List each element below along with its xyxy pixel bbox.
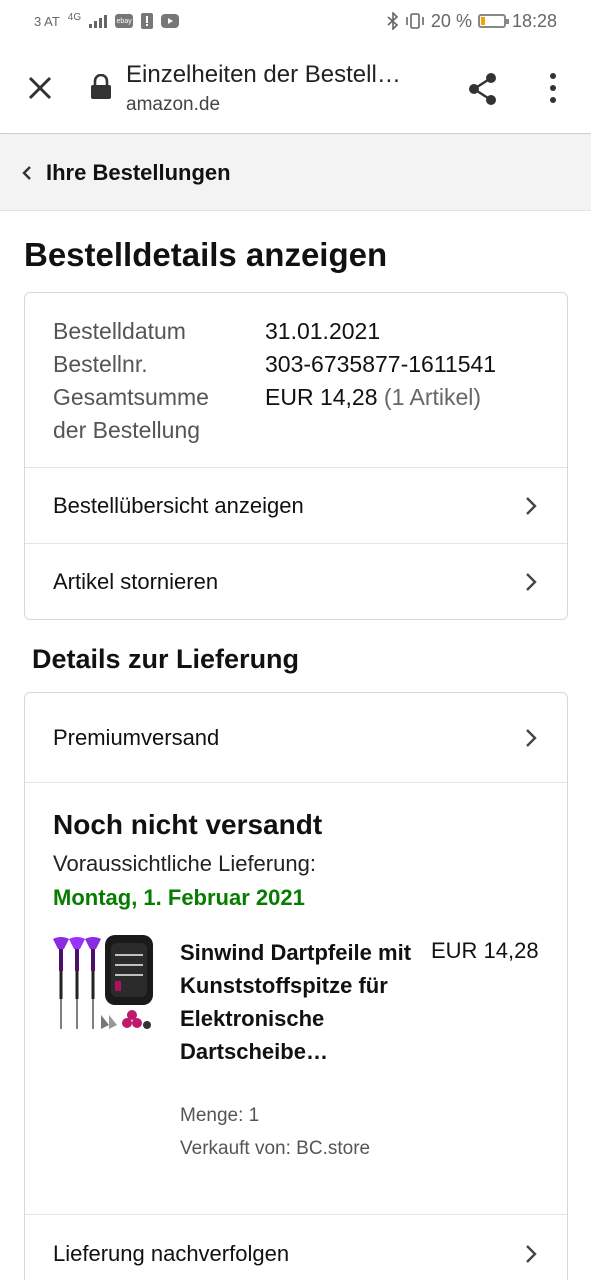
battery-percent: 20 % (430, 10, 472, 31)
shipping-method-link[interactable]: Premiumversand (25, 693, 567, 783)
vibrate-icon (406, 13, 424, 29)
more-dot-icon (550, 73, 556, 79)
eta-date: Montag, 1. Februar 2021 (53, 885, 305, 910)
clock: 18:28 (511, 10, 557, 31)
chevron-right-icon (526, 728, 537, 747)
product-quantity: Menge: 1 (180, 1105, 260, 1126)
browser-toolbar: Einzelheiten der Bestell… amazon.de (0, 42, 591, 134)
alert-notification-icon (141, 13, 154, 29)
more-dot-icon (550, 97, 556, 103)
delivery-card: Premiumversand Noch nicht versandt Vorau… (24, 692, 568, 1280)
order-total-label-cont: der Bestellung (53, 417, 201, 443)
breadcrumb-label: Ihre Bestellungen (46, 159, 231, 185)
cancel-items-link[interactable]: Artikel stornieren (25, 543, 567, 619)
order-number-value: 303-6735877-1611541 (265, 351, 497, 377)
network-type: 4G (67, 12, 82, 23)
order-item-count: (1 Artikel) (383, 384, 482, 410)
breadcrumb[interactable]: Ihre Bestellungen (0, 135, 591, 211)
shipment-status: Noch nicht versandt (53, 809, 323, 840)
signal-icon (89, 14, 108, 28)
browser-domain: amazon.de (126, 94, 221, 115)
browser-page-title: Einzelheiten der Bestell… (126, 61, 401, 88)
chevron-left-icon (22, 165, 31, 180)
track-delivery-label: Lieferung nachverfolgen (53, 1240, 290, 1266)
status-bar-right: 20 % 18:28 (387, 11, 557, 32)
product-image[interactable] (51, 933, 157, 1037)
order-total-label: Gesamtsumme (53, 384, 209, 410)
track-delivery-link[interactable]: Lieferung nachverfolgen (25, 1214, 567, 1280)
order-summary-link[interactable]: Bestellübersicht anzeigen (25, 467, 567, 543)
lock-icon (91, 74, 111, 99)
page-title: Bestelldetails anzeigen (24, 236, 388, 273)
more-dot-icon (550, 85, 556, 91)
bluetooth-icon (387, 12, 399, 30)
share-button[interactable] (462, 68, 504, 110)
order-summary-card: Bestelldatum 31.01.2021 Bestellnr. 303-6… (24, 292, 568, 620)
shipping-method-label: Premiumversand (53, 724, 220, 750)
order-info: Bestelldatum 31.01.2021 Bestellnr. 303-6… (53, 315, 543, 447)
eta-label: Voraussichtliche Lieferung: (53, 851, 316, 876)
status-bar: 3 AT 4G ebay 20 % 18:28 (0, 0, 591, 42)
close-button[interactable] (22, 70, 58, 106)
more-options-button[interactable] (538, 70, 568, 106)
order-number-label: Bestellnr. (53, 351, 148, 377)
share-icon (469, 73, 496, 105)
order-date-label: Bestelldatum (53, 318, 186, 344)
order-date-value: 31.01.2021 (265, 318, 381, 344)
close-icon (28, 76, 52, 100)
order-summary-label: Bestellübersicht anzeigen (53, 492, 304, 518)
youtube-notification-icon (161, 14, 180, 28)
status-bar-left: 3 AT 4G ebay (34, 12, 180, 29)
chevron-right-icon (526, 496, 537, 515)
order-total-value: EUR 14,28 (265, 384, 378, 410)
ebay-notification-icon: ebay (115, 14, 134, 28)
delivery-section-title: Details zur Lieferung (32, 644, 300, 674)
product-seller: Verkauft von: BC.store (180, 1138, 371, 1159)
product-price: EUR 14,28 (431, 938, 539, 963)
chevron-right-icon (526, 1244, 537, 1263)
cancel-items-label: Artikel stornieren (53, 568, 219, 594)
battery-icon (477, 14, 509, 28)
chevron-right-icon (526, 572, 537, 591)
carrier-label: 3 AT (34, 13, 60, 29)
product-title-link[interactable]: Sinwind Dartpfeile mit Kunststoffspitze … (180, 936, 425, 1068)
